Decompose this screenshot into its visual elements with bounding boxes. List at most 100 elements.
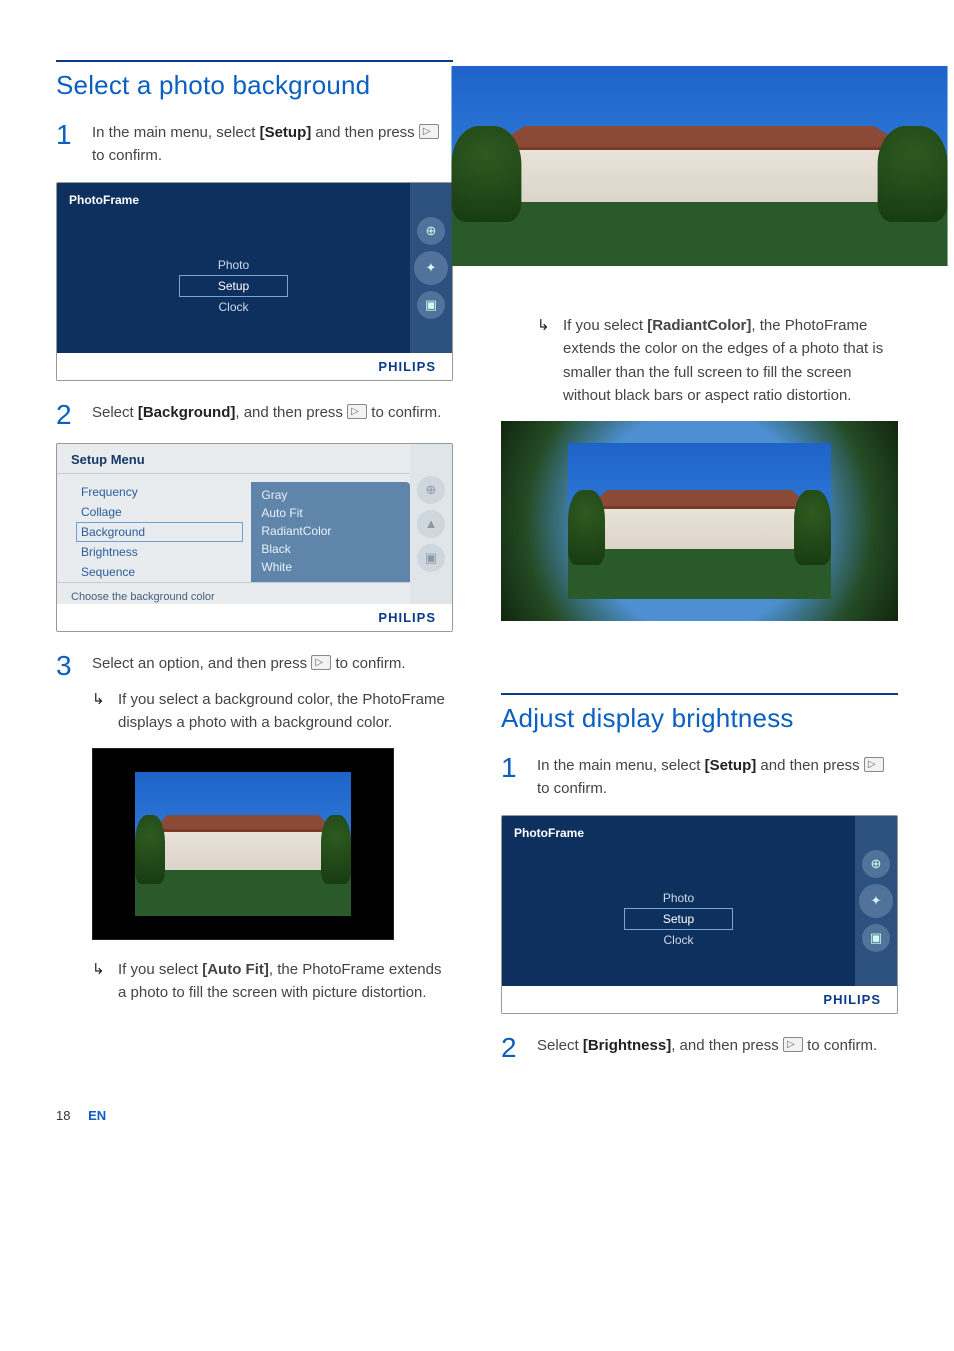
menu-item-setup[interactable]: Setup bbox=[179, 275, 288, 297]
step2-opt: [Background] bbox=[138, 404, 236, 421]
setup-item-background[interactable]: Background bbox=[76, 522, 243, 542]
step-1: 1 In the main menu, select [Setup] and t… bbox=[56, 121, 453, 168]
step-body: Select an option, and then press to conf… bbox=[92, 652, 406, 680]
house-photo bbox=[451, 66, 947, 266]
page-number: 18 bbox=[56, 1108, 70, 1123]
result-arrow-icon: ↳ bbox=[537, 314, 553, 407]
setup-item-collage[interactable]: Collage bbox=[81, 502, 243, 522]
step-3: 3 Select an option, and then press to co… bbox=[56, 652, 453, 680]
bullet-text: If you select [Auto Fit], the PhotoFrame… bbox=[118, 958, 453, 1005]
step-number: 1 bbox=[56, 121, 74, 168]
section-rule bbox=[56, 60, 453, 62]
bg-option-black[interactable]: Black bbox=[261, 540, 400, 558]
step-number: 1 bbox=[501, 754, 519, 801]
result-arrow-icon: ↳ bbox=[92, 688, 108, 735]
confirm-btn-icon[interactable]: ▣ bbox=[417, 544, 445, 572]
bg-option-white[interactable]: White bbox=[261, 558, 400, 576]
house-photo bbox=[135, 772, 351, 916]
confirm-icon bbox=[864, 757, 884, 772]
r1-mid: and then press bbox=[756, 757, 864, 774]
b3-opt: [RadiantColor] bbox=[647, 317, 751, 334]
bullet-bgcolor: ↳ If you select a background color, the … bbox=[92, 688, 453, 735]
b2-opt: [Auto Fit] bbox=[202, 961, 269, 978]
nav-up-icon[interactable]: ⊕ bbox=[862, 850, 890, 878]
confirm-icon bbox=[419, 124, 439, 139]
page-footer: 18 EN bbox=[0, 1108, 954, 1153]
step2-pre: Select bbox=[92, 404, 138, 421]
step-2-b: 2 Select [Brightness], and then press to… bbox=[501, 1034, 898, 1062]
bullet-text: If you select a background color, the Ph… bbox=[118, 688, 453, 735]
page-language: EN bbox=[88, 1108, 106, 1123]
r2-opt: [Brightness] bbox=[583, 1037, 671, 1054]
bullet-autofit: ↳ If you select [Auto Fit], the PhotoFra… bbox=[92, 958, 453, 1005]
dpad-icon[interactable]: ✦ bbox=[414, 251, 448, 285]
step1-post: to confirm. bbox=[92, 147, 162, 164]
step-body: In the main menu, select [Setup] and the… bbox=[92, 121, 453, 168]
device-main-menu: PhotoFrame Photo Setup Clock ⊕ ✦ ▣ PHILI… bbox=[56, 182, 453, 381]
example-photo-autofit bbox=[501, 66, 898, 266]
bg-option-gray[interactable]: Gray bbox=[261, 486, 400, 504]
setup-item-frequency[interactable]: Frequency bbox=[81, 482, 243, 502]
example-photo-bgcolor bbox=[92, 748, 394, 940]
step-body: Select [Brightness], and then press to c… bbox=[537, 1034, 877, 1062]
r2-mid: , and then press bbox=[671, 1037, 783, 1054]
step-1-b: 1 In the main menu, select [Setup] and t… bbox=[501, 754, 898, 801]
section-rule bbox=[501, 693, 898, 695]
confirm-icon bbox=[347, 404, 367, 419]
nav-up-icon[interactable]: ⊕ bbox=[417, 476, 445, 504]
menu-item-photo[interactable]: Photo bbox=[180, 255, 287, 275]
step3-post: to confirm. bbox=[331, 655, 405, 672]
menu-item-setup[interactable]: Setup bbox=[624, 908, 733, 930]
setup-item-sequence[interactable]: Sequence bbox=[81, 562, 243, 582]
step-body: Select [Background], and then press to c… bbox=[92, 401, 441, 429]
b3-pre: If you select bbox=[563, 317, 647, 334]
step-2: 2 Select [Background], and then press to… bbox=[56, 401, 453, 429]
nav-up-icon[interactable]: ⊕ bbox=[417, 217, 445, 245]
confirm-icon bbox=[311, 655, 331, 670]
menu-item-photo[interactable]: Photo bbox=[625, 888, 732, 908]
section-title-bg: Select a photo background bbox=[56, 70, 453, 101]
device-sidebar: ⊕ ✦ ▣ bbox=[410, 183, 452, 353]
step3-pre: Select an option, and then press bbox=[92, 655, 311, 672]
device-title: PhotoFrame bbox=[69, 193, 398, 207]
section-title-brightness: Adjust display brightness bbox=[501, 703, 898, 734]
bg-option-autofit[interactable]: Auto Fit bbox=[261, 504, 400, 522]
step2-post: to confirm. bbox=[367, 404, 441, 421]
setup-menu-title: Setup Menu bbox=[57, 452, 410, 474]
step-number: 3 bbox=[56, 652, 74, 680]
step1-mid: and then press bbox=[311, 124, 419, 141]
r1-post: to confirm. bbox=[537, 780, 607, 797]
r1-opt: [Setup] bbox=[705, 757, 757, 774]
page: Select a photo background 1 In the main … bbox=[0, 0, 954, 1108]
b2-pre: If you select bbox=[118, 961, 202, 978]
menu-item-clock[interactable]: Clock bbox=[180, 297, 286, 317]
r1-pre: In the main menu, select bbox=[537, 757, 705, 774]
menu-item-clock[interactable]: Clock bbox=[625, 930, 731, 950]
confirm-icon bbox=[783, 1037, 803, 1052]
setup-item-brightness[interactable]: Brightness bbox=[81, 542, 243, 562]
step1-opt: [Setup] bbox=[260, 124, 312, 141]
confirm-btn-icon[interactable]: ▣ bbox=[417, 291, 445, 319]
setup-menu-right: Gray Auto Fit RadiantColor Black White bbox=[251, 482, 410, 582]
setup-footer-hint: Choose the background color bbox=[57, 583, 410, 609]
step-body: In the main menu, select [Setup] and the… bbox=[537, 754, 898, 801]
r2-post: to confirm. bbox=[803, 1037, 877, 1054]
bullet-radiant: ↳ If you select [RadiantColor], the Phot… bbox=[537, 314, 898, 407]
step2-mid: , and then press bbox=[235, 404, 347, 421]
device-menu: Photo Setup Clock bbox=[514, 862, 843, 976]
example-photo-radiant bbox=[501, 421, 898, 621]
brand-label: PHILIPS bbox=[57, 353, 452, 380]
bg-option-radiant[interactable]: RadiantColor bbox=[261, 522, 400, 540]
step1-pre: In the main menu, select bbox=[92, 124, 260, 141]
step-number: 2 bbox=[56, 401, 74, 429]
dpad-icon[interactable]: ▲ bbox=[417, 510, 445, 538]
house-photo bbox=[568, 443, 830, 599]
device-main-menu-2: PhotoFrame Photo Setup Clock ⊕ ✦ ▣ PHILI… bbox=[501, 815, 898, 1014]
dpad-icon[interactable]: ✦ bbox=[859, 884, 893, 918]
confirm-btn-icon[interactable]: ▣ bbox=[862, 924, 890, 952]
setup-menu-left: Frequency Collage Background Brightness … bbox=[57, 482, 251, 582]
brand-label: PHILIPS bbox=[502, 986, 897, 1013]
device-setup-menu: Setup Menu Frequency Collage Background … bbox=[56, 443, 453, 632]
device-menu: Photo Setup Clock bbox=[69, 229, 398, 343]
device-title: PhotoFrame bbox=[514, 826, 843, 840]
